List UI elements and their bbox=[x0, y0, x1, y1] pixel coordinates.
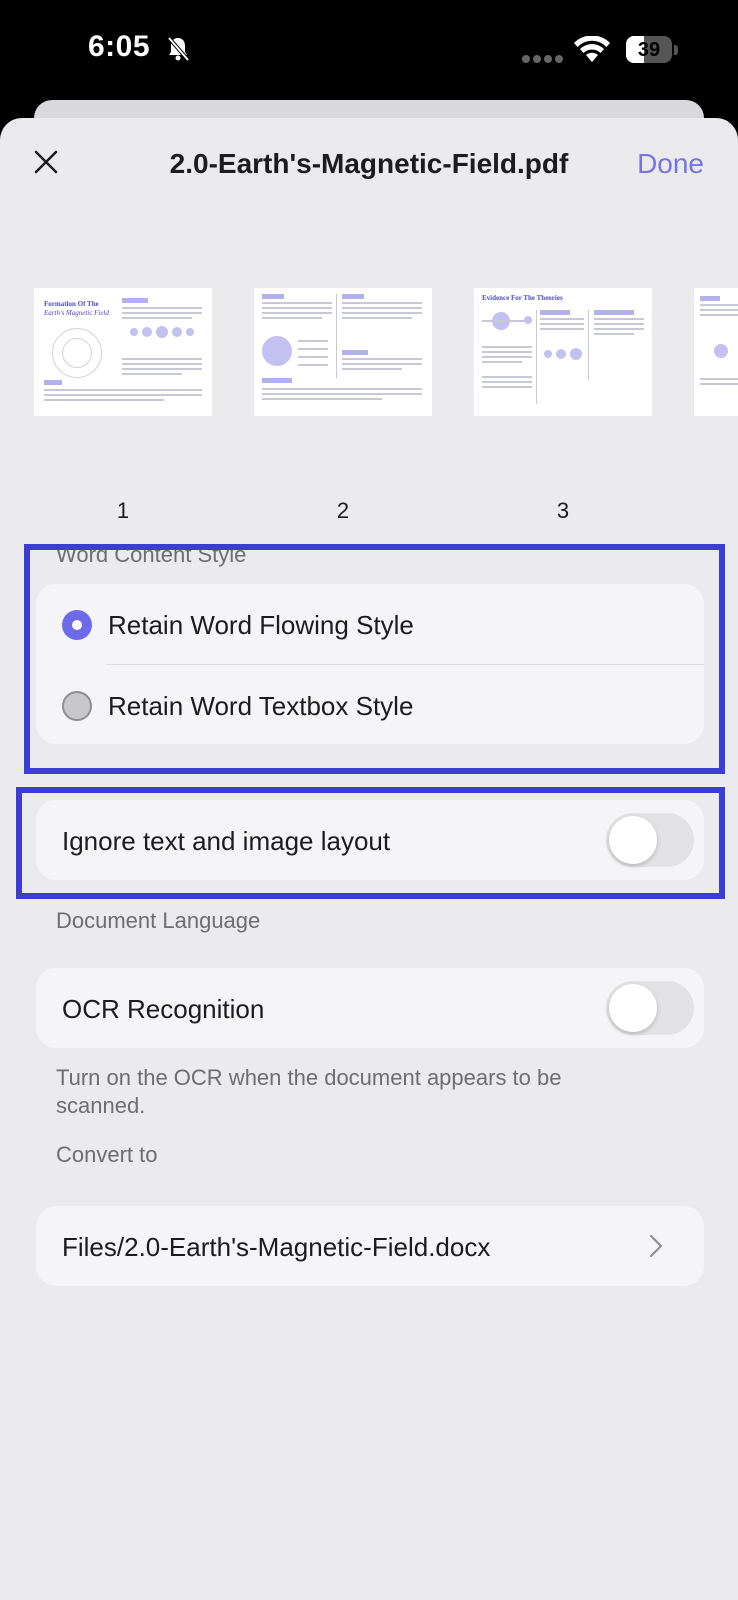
thumbnail-heading: Evidence For The Theories bbox=[482, 294, 563, 302]
page-number-1: 1 bbox=[116, 498, 130, 523]
page-thumbnail-4[interactable] bbox=[694, 288, 738, 416]
close-icon[interactable] bbox=[26, 142, 66, 182]
document-language-label: Document Language bbox=[56, 908, 261, 933]
page-number-3: 3 bbox=[556, 498, 570, 523]
thumbnail-heading: Formation Of The bbox=[44, 300, 99, 308]
convert-to-label: Convert to bbox=[56, 1142, 158, 1167]
page-number-2: 2 bbox=[336, 498, 350, 523]
ocr-row[interactable]: OCR Recognition bbox=[36, 968, 704, 1048]
battery-icon: 39 bbox=[626, 36, 672, 63]
battery-level: 39 bbox=[637, 39, 661, 61]
bell-muted-icon bbox=[167, 36, 190, 62]
output-path: Files/2.0-Earth's-Magnetic-Field.docx bbox=[62, 1232, 491, 1262]
thumbnail-heading: Earth's Magnetic Field bbox=[44, 309, 109, 317]
status-bar: 6:05 39 bbox=[0, 0, 738, 100]
export-sheet: 2.0-Earth's-Magnetic-Field.pdf Done Form… bbox=[0, 118, 738, 1600]
highlight-box bbox=[24, 544, 725, 774]
document-title: 2.0-Earth's-Magnetic-Field.pdf bbox=[169, 148, 569, 179]
page-thumbnail-1[interactable]: Formation Of The Earth's Magnetic Field bbox=[34, 288, 212, 416]
ocr-footnote: Turn on the OCR when the document appear… bbox=[56, 1065, 562, 1118]
cellular-signal-icon bbox=[522, 50, 566, 68]
page-thumbnail-2[interactable] bbox=[254, 288, 432, 416]
status-time: 6:05 bbox=[88, 30, 151, 63]
chevron-right-icon bbox=[649, 1234, 663, 1258]
page-thumbnail-strip[interactable]: Formation Of The Earth's Magnetic Field … bbox=[0, 288, 738, 528]
highlight-box bbox=[16, 787, 725, 899]
ocr-label: OCR Recognition bbox=[62, 994, 265, 1024]
wifi-icon bbox=[574, 36, 610, 62]
ocr-toggle[interactable] bbox=[606, 981, 694, 1035]
done-button[interactable]: Done bbox=[637, 148, 704, 180]
sheet-header: 2.0-Earth's-Magnetic-Field.pdf Done bbox=[0, 118, 738, 214]
page-thumbnail-3[interactable]: Evidence For The Theories bbox=[474, 288, 652, 416]
convert-destination-row[interactable]: Files/2.0-Earth's-Magnetic-Field.docx bbox=[36, 1206, 704, 1286]
